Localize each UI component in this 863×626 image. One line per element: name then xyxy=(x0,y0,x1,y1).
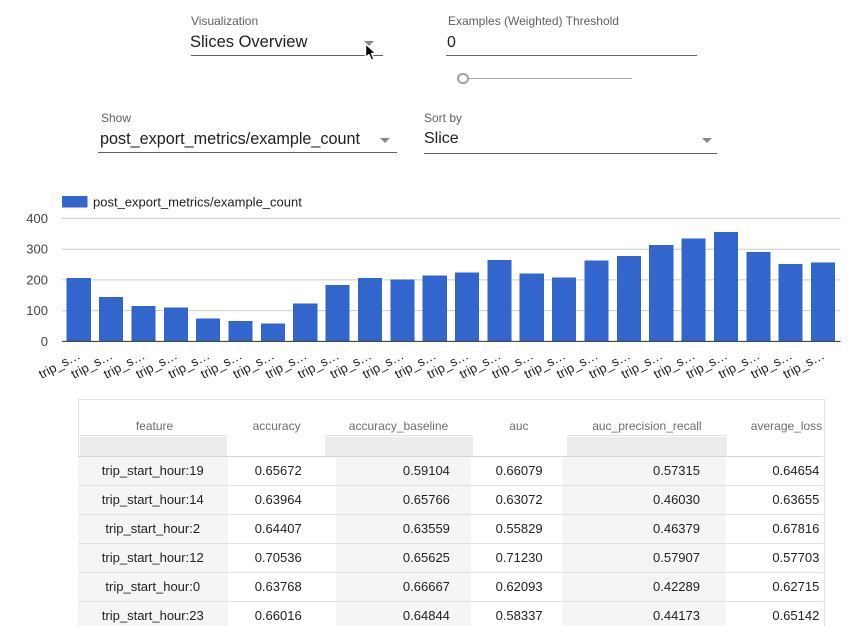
svg-text:400: 400 xyxy=(26,211,48,226)
svg-text:100: 100 xyxy=(26,303,48,318)
svg-text:300: 300 xyxy=(26,242,48,257)
svg-text:0: 0 xyxy=(41,334,48,349)
svg-text:200: 200 xyxy=(26,272,48,287)
svg-text:post_export_metrics/example_co: post_export_metrics/example_count xyxy=(93,195,302,210)
